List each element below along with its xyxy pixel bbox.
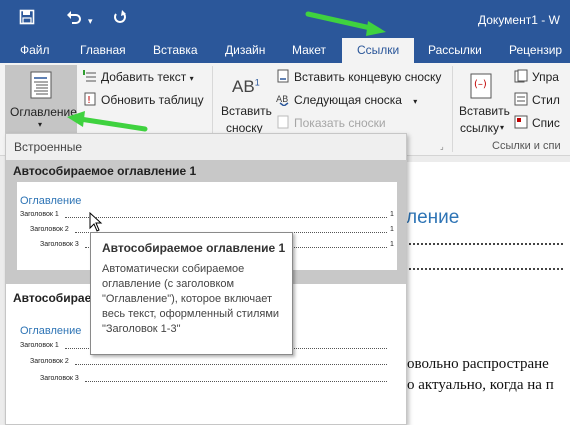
toc-chevron-icon: ▾ [38, 120, 43, 129]
document-text-line: овольно распростране [407, 356, 549, 372]
preview-leader [85, 381, 387, 382]
update-table-button[interactable]: ! Обновить таблицу [83, 92, 204, 107]
tooltip-body: Автоматически собираемое оглавление (с з… [102, 263, 280, 335]
tooltip-title: Автособираемое оглавление 1 [102, 241, 286, 255]
dialog-launcher-icon[interactable]: ⌟ [440, 142, 444, 151]
preview-entry: Заголовок 3 [40, 375, 79, 382]
tab-file[interactable]: Файл [20, 38, 50, 63]
window-title: Документ1 - W [478, 13, 560, 27]
group-label-citations: Ссылки и спи [492, 140, 561, 152]
insert-citation-button[interactable]: (–) Вставить ссылку ▾ [456, 69, 510, 139]
preview-page: 1 [390, 241, 394, 248]
next-footnote-label: Следующая сноска [294, 93, 402, 107]
tab-insert[interactable]: Вставка [153, 38, 198, 63]
show-notes-icon [276, 115, 290, 129]
preview-entry: Заголовок 3 [40, 241, 79, 248]
preview-entry: Заголовок 2 [30, 358, 69, 365]
tooltip: Автособираемое оглавление 1 Автоматическ… [90, 232, 293, 355]
insert-endnote-label: Вставить концевую сноску [294, 70, 442, 84]
ribbon-tabs: Файл Главная Вставка Дизайн Макет Ссылки… [0, 38, 570, 63]
add-text-icon [83, 69, 97, 83]
manage-sources-button[interactable]: Упра [514, 69, 559, 84]
document-text-line: о актуально, когда на п [407, 377, 554, 393]
svg-text:!: ! [87, 95, 91, 106]
style-select[interactable]: Стил [514, 92, 560, 107]
document-heading: ление [406, 207, 460, 228]
manage-sources-icon [514, 69, 528, 83]
redo-icon[interactable] [112, 9, 128, 30]
tab-design[interactable]: Дизайн [225, 38, 265, 63]
preview-title: Оглавление [20, 195, 82, 207]
toc-button[interactable]: Оглавление ▾ [5, 65, 77, 135]
add-text-label: Добавить текст [101, 70, 187, 84]
toc-button-label: Оглавление [10, 105, 77, 119]
group-divider [452, 66, 453, 152]
section-builtin: Встроенные [6, 134, 406, 160]
preview-entry: Заголовок 1 [20, 211, 59, 218]
toc-dotted-line [405, 268, 563, 270]
tab-home[interactable]: Главная [80, 38, 126, 63]
gallery-item-title: Автособираемое оглавление 1 [13, 164, 197, 178]
preview-entry: Заголовок 2 [30, 226, 69, 233]
title-bar: ▾ Документ1 - W [0, 0, 570, 38]
footnote-icon: AB1 [232, 77, 260, 96]
style-icon [514, 92, 528, 106]
chevron-down-icon: ▾ [500, 123, 505, 132]
chevron-down-icon: ▾ [413, 97, 418, 106]
next-footnote-button[interactable]: AB Следующая сноска ▾ [276, 92, 417, 107]
preview-leader [65, 217, 387, 218]
chevron-down-icon[interactable]: ▾ [88, 12, 93, 30]
insert-endnote-button[interactable]: Вставить концевую сноску [276, 69, 441, 84]
preview-title: Оглавление [20, 325, 82, 337]
citation-icon: (–) [470, 73, 492, 102]
update-table-icon: ! [83, 92, 97, 106]
tab-layout[interactable]: Макет [292, 38, 326, 63]
preview-page: 1 [390, 226, 394, 233]
toc-dotted-line [405, 243, 563, 245]
manage-sources-label: Упра [532, 70, 559, 84]
chevron-down-icon: ▾ [189, 74, 194, 83]
next-footnote-icon: AB [276, 92, 290, 107]
update-table-label: Обновить таблицу [101, 93, 204, 107]
undo-icon[interactable] [66, 9, 82, 30]
save-icon[interactable] [19, 9, 35, 30]
insert-footnote-button[interactable]: AB1 Вставить сноску [218, 69, 272, 139]
gallery-item-title[interactable]: Автособирае [13, 291, 91, 305]
endnote-icon [276, 69, 290, 83]
tab-mailings[interactable]: Рассылки [428, 38, 482, 63]
preview-page: 1 [390, 211, 394, 218]
show-notes-label: Показать сноски [294, 116, 386, 130]
insert-citation-line2: ссылку [460, 121, 500, 135]
bibliography-button[interactable]: Спис [514, 115, 560, 130]
style-label: Стил [532, 93, 560, 107]
bibliography-icon [514, 115, 528, 129]
tab-review[interactable]: Рецензир [509, 38, 562, 63]
svg-text:(–): (–) [474, 79, 487, 90]
preview-leader [75, 364, 387, 365]
tab-references[interactable]: Ссылки [342, 38, 415, 63]
preview-entry: Заголовок 1 [20, 342, 59, 349]
insert-footnote-line1: Вставить [221, 104, 272, 118]
bibliography-label: Спис [532, 116, 560, 130]
insert-citation-line1: Вставить [459, 104, 510, 118]
add-text-button[interactable]: Добавить текст ▾ [83, 69, 194, 84]
toc-icon [30, 71, 52, 102]
show-notes-button[interactable]: Показать сноски [276, 115, 386, 130]
